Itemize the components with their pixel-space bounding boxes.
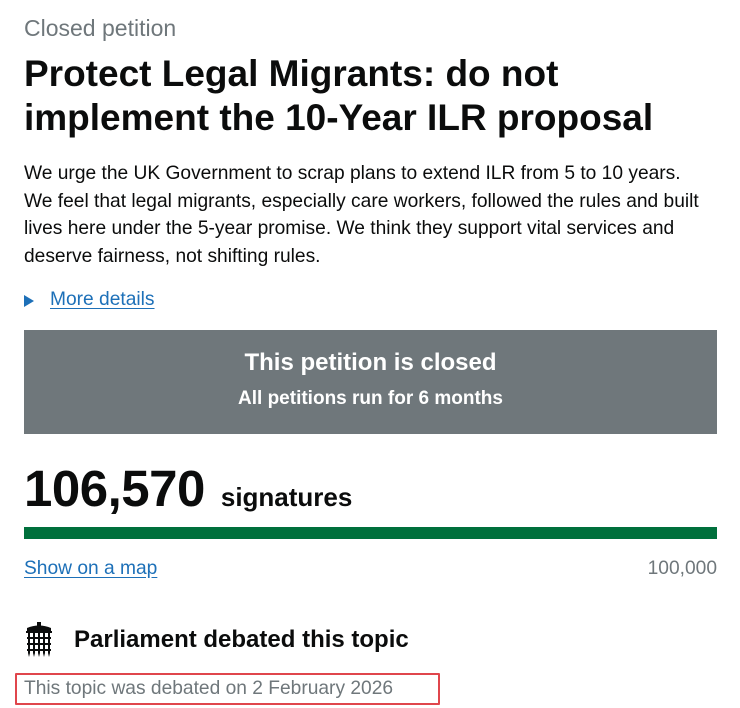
closed-panel-subtext: All petitions run for 6 months bbox=[238, 388, 503, 409]
debate-date-text: This topic was debated on 2 February 202… bbox=[24, 678, 394, 699]
signature-count: 106,570 signatures bbox=[24, 458, 352, 520]
debate-section-header: Parliament debated this topic bbox=[24, 622, 409, 658]
debate-date-highlight: This topic was debated on 2 February 202… bbox=[15, 673, 440, 705]
portcullis-icon bbox=[26, 622, 52, 657]
show-on-map-link[interactable]: Show on a map bbox=[24, 558, 157, 580]
petition-status: Closed petition bbox=[24, 15, 177, 41]
more-details-toggle[interactable]: More details bbox=[24, 287, 155, 313]
signature-label: signatures bbox=[220, 482, 353, 512]
petition-closed-panel: This petition is closed All petitions ru… bbox=[24, 330, 717, 434]
signature-progress-bar bbox=[24, 527, 717, 539]
signature-progress-fill bbox=[24, 527, 717, 539]
signature-target: 100,000 bbox=[647, 558, 717, 579]
signature-number: 106,570 bbox=[24, 460, 205, 517]
more-details-label[interactable]: More details bbox=[50, 289, 155, 311]
petition-summary: We urge the UK Government to scrap plans… bbox=[24, 163, 699, 267]
debate-heading: Parliament debated this topic bbox=[74, 626, 409, 653]
petition-title: Protect Legal Migrants: do not implement… bbox=[24, 53, 654, 138]
closed-panel-heading: This petition is closed bbox=[244, 349, 497, 376]
triangle-right-icon bbox=[24, 294, 34, 307]
